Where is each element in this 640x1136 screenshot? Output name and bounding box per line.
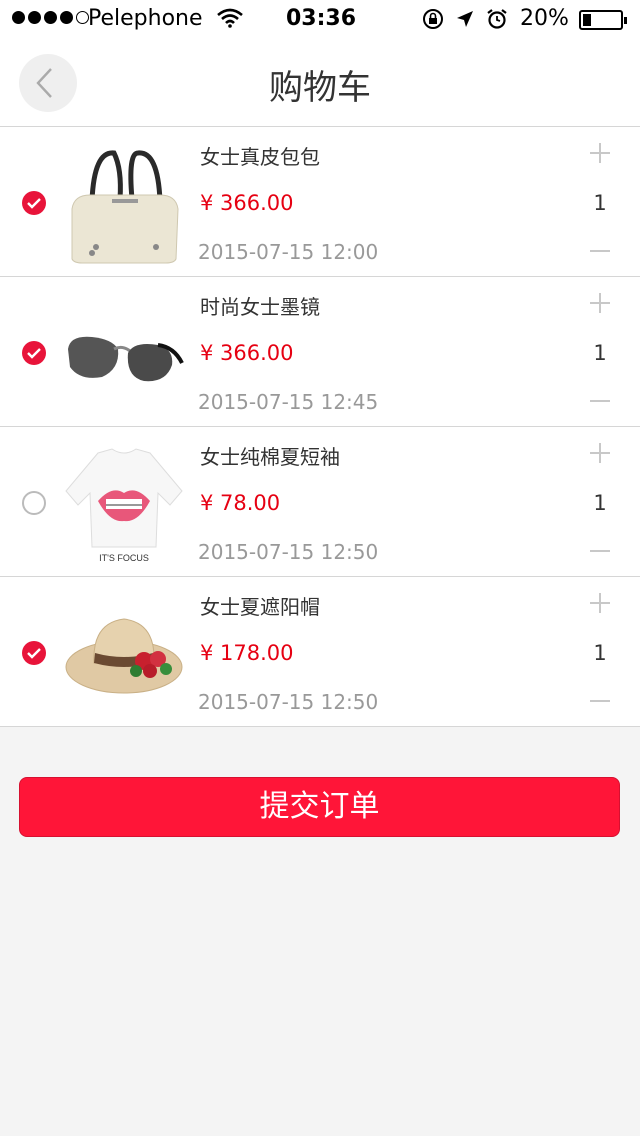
cart-item: 时尚女士墨镜 ¥ 366.00 2015-07-15 12:45 1 xyxy=(0,277,640,427)
item-price: ¥ 366.00 xyxy=(200,341,294,365)
location-arrow-icon xyxy=(455,9,475,35)
quantity-value: 1 xyxy=(593,641,607,665)
item-date: 2015-07-15 12:50 xyxy=(198,540,379,564)
plus-icon[interactable] xyxy=(588,291,612,315)
cart-item: 女士夏遮阳帽 ¥ 178.00 2015-07-15 12:50 1 xyxy=(0,577,640,727)
minus-icon[interactable] xyxy=(588,239,612,263)
battery-icon xyxy=(579,10,627,30)
quantity-value: 1 xyxy=(593,191,607,215)
quantity-value: 1 xyxy=(593,491,607,515)
sunglasses-image xyxy=(62,289,186,415)
item-name: 时尚女士墨镜 xyxy=(200,295,320,319)
item-date: 2015-07-15 12:45 xyxy=(198,390,379,414)
item-name: 女士夏遮阳帽 xyxy=(200,595,320,619)
plus-icon[interactable] xyxy=(588,591,612,615)
plus-icon[interactable] xyxy=(588,441,612,465)
item-price: ¥ 178.00 xyxy=(200,641,294,665)
alarm-icon xyxy=(486,8,508,36)
item-name: 女士纯棉夏短袖 xyxy=(200,445,340,469)
item-date: 2015-07-15 12:00 xyxy=(198,240,379,264)
tshirt-image: IT'S FOCUS xyxy=(62,439,186,565)
quantity-value: 1 xyxy=(593,341,607,365)
item-price: ¥ 366.00 xyxy=(200,191,294,215)
item-checkbox-unchecked[interactable] xyxy=(22,491,46,515)
item-checkbox-checked[interactable] xyxy=(22,641,46,665)
clock-time: 03:36 xyxy=(286,6,357,31)
handbag-image xyxy=(62,139,186,265)
carrier-name: Pelephone xyxy=(88,6,203,31)
page-title: 购物车 xyxy=(269,68,371,108)
battery-percentage: 20% xyxy=(520,6,569,31)
plus-icon[interactable] xyxy=(588,141,612,165)
signal-strength-icon xyxy=(12,11,89,24)
navigation-bar: 购物车 xyxy=(0,40,640,127)
item-checkbox-checked[interactable] xyxy=(22,341,46,365)
wifi-icon xyxy=(217,8,243,34)
item-price: ¥ 78.00 xyxy=(200,491,281,515)
orientation-lock-icon xyxy=(422,8,444,36)
submit-order-button[interactable]: 提交订单 xyxy=(19,777,620,837)
cart-item: 女士真皮包包 ¥ 366.00 2015-07-15 12:00 1 xyxy=(0,127,640,277)
cart-list: 女士真皮包包 ¥ 366.00 2015-07-15 12:00 1 时尚女士墨… xyxy=(0,127,640,727)
item-checkbox-checked[interactable] xyxy=(22,191,46,215)
cart-item: IT'S FOCUS 女士纯棉夏短袖 ¥ 78.00 2015-07-15 12… xyxy=(0,427,640,577)
minus-icon[interactable] xyxy=(588,389,612,413)
minus-icon[interactable] xyxy=(588,689,612,713)
status-bar: Pelephone 03:36 20% xyxy=(0,0,640,40)
item-date: 2015-07-15 12:50 xyxy=(198,690,379,714)
sun-hat-image xyxy=(62,589,186,715)
tshirt-caption: IT'S FOCUS xyxy=(99,553,149,563)
minus-icon[interactable] xyxy=(588,539,612,563)
item-name: 女士真皮包包 xyxy=(200,145,320,169)
